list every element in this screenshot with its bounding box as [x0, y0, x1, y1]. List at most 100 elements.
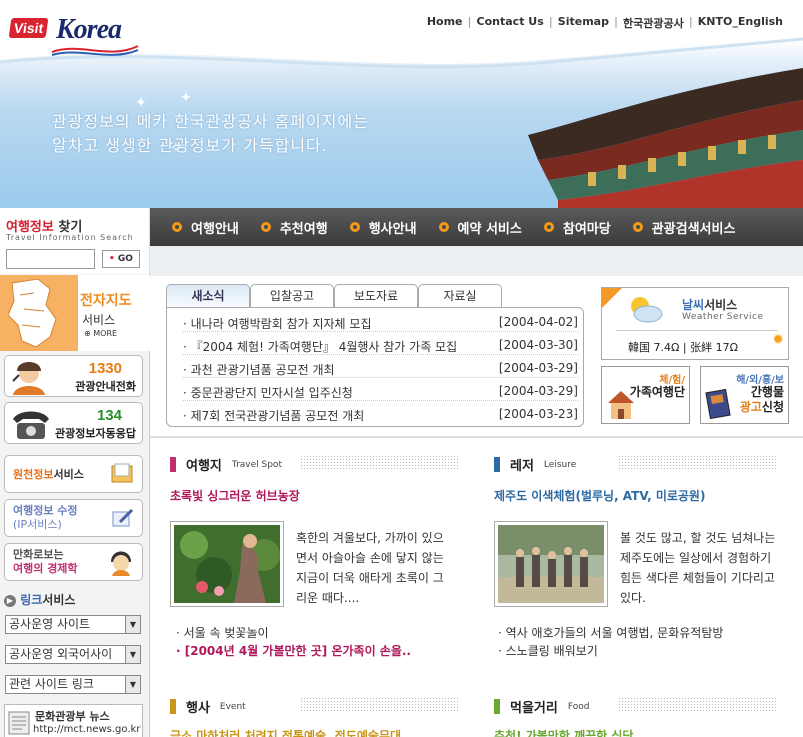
partly-cloudy-icon [602, 288, 663, 323]
dotted-rule [300, 697, 460, 712]
select-knto-foreign-sites[interactable]: 공사운영 외국어사이 ▼ [5, 645, 141, 664]
select-knto-sites[interactable]: 공사운영 사이트 ▼ [5, 615, 141, 634]
travel-spot-header: 여행지 Travel Spot [170, 455, 282, 474]
call-center-agent-icon [12, 362, 45, 395]
tab-news[interactable]: 새소식 [166, 284, 250, 307]
travel-spot-description: 혹한의 겨울보다, 가까이 있으면서 아슬아슬 손에 닿지 않는 지금이 더욱 … [296, 531, 444, 605]
nav-item-participation[interactable]: 참여마당 [543, 218, 611, 237]
phone1-label: 관광안내전화 [75, 380, 136, 393]
list-item[interactable]: · 역사 애호가들의 서울 여행법, 문화유적탐방 [498, 624, 723, 641]
travel-spot-headline[interactable]: 초록빛 싱그러운 허브농장 [170, 487, 300, 504]
link-service-title: ▶ 링크서비스 [4, 591, 75, 608]
search-subtitle: Travel Information Search [6, 233, 134, 242]
top-link-home[interactable]: Home [427, 15, 463, 31]
jeju-experience-photo[interactable] [494, 521, 608, 607]
phone2-label: 관광정보자동응답 [55, 427, 136, 440]
nav-bullet-icon [260, 222, 271, 232]
tourist-phone-1330-banner[interactable]: 1330 관광안내전화 [4, 355, 143, 397]
nav-item-reservation[interactable]: 예약 서비스 [438, 218, 522, 237]
family-promo-top: 체/험/ [659, 375, 685, 386]
nav-bullet-icon [172, 222, 182, 232]
news-row[interactable]: · 내나라 여행박람회 참가 지자체 모집 [2004-04-02] [183, 311, 578, 332]
emap-subtitle: 서비스 [82, 313, 116, 327]
auto-response-134-banner[interactable]: 134 관광정보자동응답 [4, 402, 143, 444]
overseas-ad-promo[interactable]: 해/외/홍/보 간행물 광고신청 [700, 366, 789, 424]
food-header: 먹을거리 Food [494, 697, 589, 716]
top-link-knto-english[interactable]: KNTO_English [698, 15, 783, 31]
dotted-rule [618, 455, 778, 470]
mct-news-banner[interactable]: 문화관광부 뉴스 http://mct.news.go.kr [4, 704, 143, 737]
news-row[interactable]: · 제7회 전국관광기념품 공모전 개최 [2004-03-23] [183, 403, 578, 424]
event-headline[interactable]: 금소 마하처러 처려지 전통예술, 전도예술무대 [170, 727, 401, 737]
weather-subtitle: Weather Service [682, 312, 764, 322]
news-row[interactable]: · 『2004 체험! 가족여행단』 4월행사 참가 가족 모집 [2004-03… [183, 334, 578, 355]
select-related-links[interactable]: 관련 사이트 링크 ▼ [5, 675, 141, 694]
top-link-knto-korean[interactable]: 한국관광공사 [623, 15, 684, 31]
electronic-map-banner[interactable]: 전자지도 서비스 ⊕ MORE [0, 275, 150, 351]
family-trip-promo[interactable]: 체/험/ 가족여행단 [601, 366, 690, 424]
tab-press[interactable]: 보도자료 [334, 284, 418, 307]
nav-item-recommended-trips[interactable]: 추천여행 [260, 218, 328, 237]
event-header: 행사 Event [170, 697, 246, 716]
search-input[interactable] [6, 249, 95, 269]
nav-item-travel-guide[interactable]: 여행안내 [172, 218, 239, 237]
food-headline[interactable]: 추천! 가볼만한 깨끗한 식당 [494, 727, 633, 737]
top-link-contact[interactable]: Contact Us [477, 15, 544, 31]
dotted-rule [300, 455, 460, 470]
list-item[interactable]: · 스노클링 배워보기 [498, 642, 598, 659]
travel-economics-cartoon-button[interactable]: 만화로보는 여행의 경제학 [4, 543, 143, 581]
korea-map-icon [0, 275, 78, 351]
edit-pen-icon [112, 508, 134, 527]
ad-promo-main: 간행물 광고신청 [739, 385, 784, 414]
list-item[interactable]: · 서울 속 벚꽃놀이 [176, 624, 269, 641]
document-folder-icon [111, 463, 133, 483]
header-headline: 관광정보의 메카 한국관광공사 홈페이지에는 알차고 생생한 관광정보가 가득합… [52, 110, 369, 158]
news-row[interactable]: · 중문관광단지 민자시설 입주신청 [2004-03-29] [183, 380, 578, 401]
nav-bullet-icon [349, 222, 360, 232]
tab-bids[interactable]: 입찰공고 [250, 284, 334, 307]
headline-line1: 관광정보의 메카 한국관광공사 홈페이지에는 [52, 112, 369, 131]
nav-item-events[interactable]: 행사안내 [349, 218, 417, 237]
top-link-sitemap[interactable]: Sitemap [558, 15, 609, 31]
section-divider [150, 436, 803, 438]
main-nav: 여행안내 추천여행 행사안내 예약 서비스 참여마당 관광검색서비스 [150, 208, 803, 246]
sun-icon: ✹ [772, 332, 784, 348]
dotted-rule [618, 697, 778, 712]
list-item[interactable]: · [2004년 4월 가볼만한 곳] 온가족이 손을.. [176, 642, 411, 659]
newspaper-icon [8, 711, 30, 735]
news-list: · 내나라 여행박람회 참가 지자체 모집 [2004-04-02] · 『200… [166, 307, 584, 427]
site-header: Visit Korea Home | Contact Us | Sitemap | 한… [0, 0, 803, 208]
chevron-down-icon: ▼ [125, 646, 140, 663]
search-go-button[interactable]: • GO [102, 250, 140, 268]
jeju-group-image [498, 525, 604, 603]
nav-bullet-icon [632, 222, 643, 232]
weather-service-box[interactable]: 날씨서비스 Weather Service 韓国 7.4Ω | 张絆 17Ω ✹ [601, 287, 789, 360]
nav-bullet-icon [543, 222, 554, 232]
mct-news-url: http://mct.news.go.kr [33, 724, 141, 735]
weather-reading: 韓国 7.4Ω | 张絆 17Ω [628, 341, 738, 354]
nav-item-tour-search[interactable]: 관광검색서비스 [632, 218, 735, 237]
news-row[interactable]: · 과천 관광기념품 공모전 개최 [2004-03-29] [183, 357, 578, 378]
herb-farm-image [174, 525, 280, 603]
nav-underlay [150, 246, 803, 276]
mct-news-title: 문화관광부 뉴스 [35, 710, 110, 723]
visit-korea-logo[interactable]: Visit Korea [8, 12, 139, 58]
travel-info-search: 여행정보 찾기 Travel Information Search • GO [0, 208, 150, 274]
cartoon-face-icon [111, 551, 131, 576]
nav-bullet-icon [438, 222, 449, 232]
telephone-icon [13, 411, 49, 439]
family-promo-main: 가족여행단 [629, 385, 685, 399]
herb-farm-photo[interactable] [170, 521, 284, 607]
tab-resources[interactable]: 자료실 [418, 284, 502, 307]
phone2-number: 134 [96, 407, 122, 424]
ad-promo-top: 해/외/홍/보 [736, 375, 784, 386]
headline-line2: 알차고 생생한 관광정보가 가득합니다. [52, 136, 328, 155]
leisure-headline[interactable]: 제주도 이색체험(벌루닝, ATV, 미로공원) [494, 487, 705, 504]
go-label: GO [117, 254, 133, 264]
emap-more-link[interactable]: ⊕ MORE [84, 329, 117, 338]
source-info-service-button[interactable]: 원천정보서비스 [4, 455, 143, 493]
travel-info-edit-button[interactable]: 여행정보 수정 (IP서비스) [4, 499, 143, 537]
logo-swoosh-icon [51, 45, 139, 56]
chevron-down-icon: ▼ [125, 676, 140, 693]
link-arrow-icon: ▶ [4, 594, 16, 607]
